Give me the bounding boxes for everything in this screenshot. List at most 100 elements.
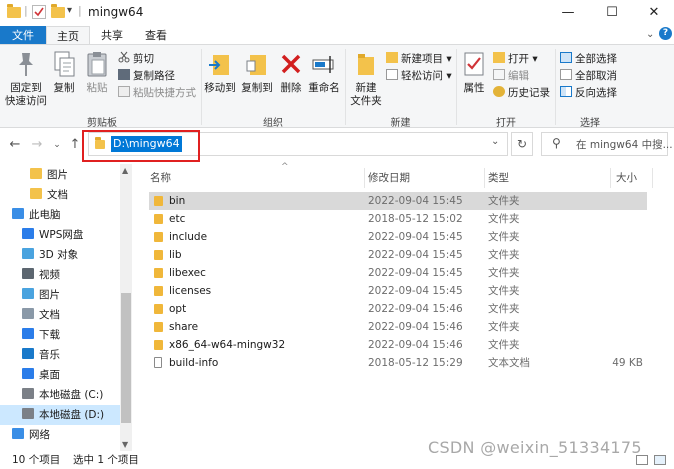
open-button[interactable]: 打开 ▾ [493,51,538,67]
properties-button[interactable]: 属性 [460,49,488,95]
folder-icon [30,188,42,199]
table-row[interactable]: etc 2018-05-12 15:02 文件夹 [149,210,647,228]
large-icons-view-icon[interactable] [654,455,666,465]
move-to-button[interactable]: 移动到 [203,49,237,95]
group-label-clipboard: 剪贴板 [87,118,117,129]
maximize-button[interactable]: ☐ [590,0,634,26]
column-divider[interactable] [364,168,365,188]
nav-item[interactable]: 文档 [0,185,120,205]
nav-item[interactable]: 下载 [0,325,120,345]
nav-item[interactable]: 此电脑 [0,205,120,225]
nav-item[interactable]: 视频 [0,265,120,285]
table-row[interactable]: opt 2022-09-04 15:46 文件夹 [149,300,647,318]
delete-button[interactable]: 删除 [278,49,304,95]
tab-file[interactable]: 文件 [0,26,46,45]
nav-item[interactable]: 图片 [0,285,120,305]
select-none-button[interactable]: 全部取消 [560,68,617,84]
nav-item[interactable]: 图片 [0,165,120,185]
easy-access-button[interactable]: 轻松访问 ▾ [386,68,452,84]
table-row[interactable]: include 2022-09-04 15:45 文件夹 [149,228,647,246]
column-divider[interactable] [652,168,653,188]
customize-quick-access-icon[interactable]: ▾ [67,5,72,16]
table-row[interactable]: share 2022-09-04 15:46 文件夹 [149,318,647,336]
table-row[interactable]: build-info 2018-05-12 15:29 文本文档 49 KB [149,354,647,372]
nav-item-label: 下载 [39,329,60,341]
properties-check-icon[interactable] [32,5,46,19]
nav-item[interactable]: 桌面 [0,365,120,385]
scroll-up-icon[interactable]: ▲ [122,166,128,175]
cell-modified: 2022-09-04 15:46 [368,303,463,315]
edit-button[interactable]: 编辑 [493,68,529,84]
close-button[interactable]: ✕ [632,0,674,26]
search-input[interactable]: ⚲ 在 mingw64 中搜... [541,132,673,156]
cell-name: build-info [169,357,219,369]
highlight-box [82,130,200,162]
column-header-size[interactable]: 大小 [616,168,637,188]
column-header-type[interactable]: 类型 [488,168,509,188]
table-row[interactable]: x86_64-w64-mingw32 2022-09-04 15:46 文件夹 [149,336,647,354]
pin-quick-access-button[interactable]: 固定到 快速访问 [4,49,48,108]
tab-view[interactable]: 查看 [136,26,176,45]
select-all-button[interactable]: 全部选择 [560,51,617,67]
nav-item[interactable]: 网络 [0,425,120,445]
cell-type: 文件夹 [488,267,520,279]
copy-to-button[interactable]: 复制到 [240,49,274,95]
tab-home[interactable]: 主页 [46,26,90,46]
tab-share[interactable]: 共享 [92,26,132,45]
column-divider[interactable] [484,168,485,188]
cell-type: 文件夹 [488,321,520,333]
back-arrow-icon[interactable]: ← [6,136,24,154]
forward-arrow-icon[interactable]: → [28,136,46,154]
recent-locations-icon[interactable]: ⌄ [48,136,66,154]
address-dropdown-icon[interactable]: ⌄ [491,136,499,147]
nav-scrollbar-thumb[interactable] [121,293,131,423]
paste-shortcut-button[interactable]: 粘贴快捷方式 [118,85,196,101]
cell-type: 文件夹 [488,285,520,297]
nav-item-label: 本地磁盘 (C:) [39,389,104,401]
cell-name: lib [169,249,182,261]
table-row[interactable]: licenses 2022-09-04 15:45 文件夹 [149,282,647,300]
nav-item-label: 文档 [39,309,60,321]
picture-icon [22,288,34,299]
nav-item[interactable]: 本地磁盘 (C:) [0,385,120,405]
nav-item[interactable]: 本地磁盘 (D:) [0,405,120,425]
cut-button[interactable]: 剪切 [118,51,154,67]
nav-item[interactable]: 3D 对象 [0,245,120,265]
cell-modified: 2018-05-12 15:02 [368,213,463,225]
nav-item[interactable]: 音乐 [0,345,120,365]
text-file-icon [154,357,162,368]
copy-path-button[interactable]: 复制路径 [118,68,175,84]
table-row[interactable]: lib 2022-09-04 15:45 文件夹 [149,246,647,264]
minimize-button[interactable]: — [546,0,590,26]
column-divider[interactable] [610,168,611,188]
document-icon [22,308,34,319]
file-list: ^ 名称 修改日期 类型 大小 bin 2022-09-04 15:45 文件夹 et… [144,162,674,451]
table-row[interactable]: libexec 2022-09-04 15:45 文件夹 [149,264,647,282]
cell-modified: 2022-09-04 15:45 [368,231,463,243]
cell-name: x86_64-w64-mingw32 [169,339,286,351]
video-icon [22,268,34,279]
column-header-name[interactable]: 名称 [150,168,171,188]
copy-button[interactable]: 复制 [50,49,78,95]
nav-item[interactable]: WPS网盘 [0,225,120,245]
column-header-modified[interactable]: 修改日期 [368,168,410,188]
help-icon[interactable]: ? [659,27,672,40]
new-item-button[interactable]: 新建项目 ▾ [386,51,452,67]
refresh-button[interactable]: ↻ [511,132,533,156]
cube-icon [22,248,34,259]
cell-name: include [169,231,208,243]
navigation-pane: 图片 文档 此电脑 WPS网盘 3D 对象 视频 图片 文档 下载 音乐 桌面 本地磁盘 (C:) 本地… [0,164,133,451]
new-folder-quick-icon[interactable] [51,4,67,23]
invert-selection-button[interactable]: 反向选择 [560,85,617,101]
scroll-down-icon[interactable]: ▼ [122,440,128,449]
nav-item[interactable]: 文档 [0,305,120,325]
paste-button[interactable]: 粘贴 [82,49,112,95]
select-none-icon [560,69,572,80]
cell-type: 文件夹 [488,195,520,207]
edit-label: 编辑 [508,70,529,82]
history-button[interactable]: 历史记录 [493,85,550,101]
table-row[interactable]: bin 2022-09-04 15:45 文件夹 [149,192,647,210]
rename-button[interactable]: 重命名 [307,49,341,95]
new-folder-button[interactable]: 新建 文件夹 [348,49,384,108]
expand-ribbon-icon[interactable]: ⌄ [646,29,654,40]
